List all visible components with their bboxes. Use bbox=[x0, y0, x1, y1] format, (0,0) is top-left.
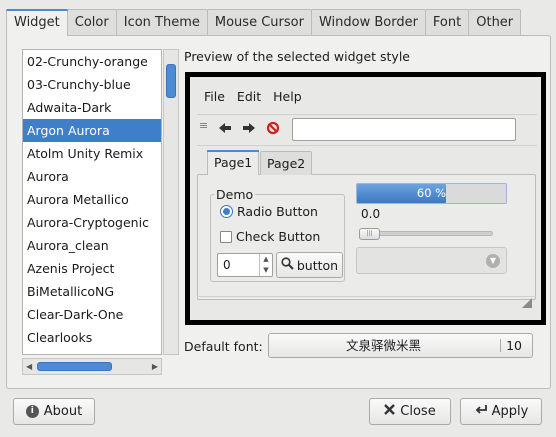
demo-button[interactable]: button bbox=[276, 252, 343, 278]
spin-down-icon[interactable]: ▼ bbox=[260, 265, 272, 276]
list-item[interactable]: Atolm Unity Remix bbox=[23, 142, 161, 165]
progress-bar: 60 % bbox=[356, 183, 507, 204]
chevron-down-icon[interactable]: ▼ bbox=[486, 254, 500, 268]
preview-window: File Edit Help ≡ Page1 Page2 Demo Radio … bbox=[190, 77, 541, 320]
right-arrow-icon[interactable] bbox=[242, 121, 256, 139]
list-item[interactable]: Clearlooks bbox=[23, 326, 161, 349]
scale-value: 0.0 bbox=[361, 207, 381, 221]
preview-statusbar bbox=[197, 296, 536, 315]
tab-color[interactable]: Color bbox=[66, 9, 117, 35]
vertical-scroll-thumb[interactable] bbox=[166, 64, 176, 98]
scale-slider-handle[interactable]: ||| bbox=[359, 228, 380, 240]
preview-menubar: File Edit Help bbox=[204, 89, 302, 104]
menu-file[interactable]: File bbox=[204, 89, 225, 104]
combo-box[interactable]: ▼ bbox=[356, 247, 507, 274]
spin-up-icon[interactable]: ▲ bbox=[260, 254, 272, 265]
list-item[interactable]: Aurora Metallico bbox=[23, 188, 161, 211]
font-size: 10 bbox=[506, 338, 522, 353]
radio-indicator bbox=[220, 205, 233, 218]
tab-page1[interactable]: Page1 bbox=[207, 150, 260, 175]
tab-font[interactable]: Font bbox=[424, 9, 470, 35]
list-horizontal-scrollbar[interactable]: ◀ ▶ bbox=[22, 358, 162, 375]
list-item[interactable]: Azenis Project bbox=[23, 257, 161, 280]
check-button[interactable]: Check Button bbox=[220, 229, 320, 244]
widget-preview: File Edit Help ≡ Page1 Page2 Demo Radio … bbox=[185, 72, 546, 325]
left-arrow-icon[interactable] bbox=[218, 121, 232, 139]
list-item[interactable]: BiMetallicoNG bbox=[23, 280, 161, 303]
tab-bar: Widget Color Icon Theme Mouse Cursor Win… bbox=[6, 9, 522, 36]
list-item[interactable]: Adwaita-Dark bbox=[23, 96, 161, 119]
scroll-right-icon[interactable]: ▶ bbox=[152, 363, 158, 371]
font-separator bbox=[500, 339, 501, 352]
tab-icon-theme[interactable]: Icon Theme bbox=[115, 9, 208, 35]
list-item[interactable]: Aurora bbox=[23, 165, 161, 188]
resize-grip-icon[interactable] bbox=[522, 298, 532, 311]
spin-arrows[interactable]: ▲ ▼ bbox=[259, 254, 272, 276]
about-label: About bbox=[43, 404, 83, 419]
return-arrow-icon bbox=[474, 404, 487, 419]
info-icon: i bbox=[25, 405, 39, 418]
menu-edit[interactable]: Edit bbox=[237, 89, 261, 104]
demo-legend: Demo bbox=[214, 187, 256, 202]
spin-button[interactable]: 0 ▲ ▼ bbox=[217, 253, 273, 277]
preview-toolbar: ≡ bbox=[197, 114, 537, 146]
default-font-label: Default font: bbox=[184, 339, 263, 354]
list-item[interactable]: 02-Crunchy-orange bbox=[23, 50, 161, 73]
magnifier-icon bbox=[281, 257, 294, 273]
tab-window-border[interactable]: Window Border bbox=[310, 9, 426, 35]
toolbar-handle-icon[interactable]: ≡ bbox=[199, 120, 208, 131]
scroll-left-icon[interactable]: ◀ bbox=[26, 363, 32, 371]
list-item-selected[interactable]: Argon Aurora bbox=[23, 119, 161, 142]
list-item[interactable]: Clear-Dark-One bbox=[23, 303, 161, 326]
apply-label: Apply bbox=[491, 404, 529, 419]
horizontal-scroll-thumb[interactable] bbox=[37, 362, 112, 371]
tab-mouse-cursor[interactable]: Mouse Cursor bbox=[206, 9, 312, 35]
close-label: Close bbox=[400, 404, 436, 419]
radio-button[interactable]: Radio Button bbox=[220, 204, 318, 219]
list-item[interactable]: Aurora_clean bbox=[23, 234, 161, 257]
tab-widget[interactable]: Widget bbox=[6, 9, 68, 36]
check-label: Check Button bbox=[236, 229, 321, 244]
checkbox-indicator bbox=[220, 230, 232, 243]
radio-label: Radio Button bbox=[237, 204, 318, 219]
theme-list[interactable]: 02-Crunchy-orange 03-Crunchy-blue Adwait… bbox=[22, 49, 162, 355]
close-button[interactable]: Close bbox=[369, 398, 451, 425]
list-item[interactable]: Aurora-Cryptogenic bbox=[23, 211, 161, 234]
demo-button-label: button bbox=[296, 257, 339, 273]
tab-page2[interactable]: Page2 bbox=[260, 151, 313, 175]
list-vertical-scrollbar[interactable] bbox=[163, 49, 179, 355]
progress-text: 60 % bbox=[416, 186, 447, 200]
preview-label: Preview of the selected widget style bbox=[184, 49, 410, 64]
menu-help[interactable]: Help bbox=[273, 89, 302, 104]
x-icon bbox=[384, 404, 396, 419]
font-name: 文泉驿微米黑 bbox=[345, 338, 421, 353]
default-font-button[interactable]: 文泉驿微米黑 10 bbox=[268, 333, 533, 358]
apply-button[interactable]: Apply bbox=[460, 398, 542, 425]
toolbar-entry[interactable] bbox=[292, 118, 516, 141]
scale-trough[interactable] bbox=[361, 231, 493, 236]
about-button[interactable]: i About bbox=[13, 398, 95, 425]
stop-icon[interactable] bbox=[266, 121, 280, 139]
tab-other[interactable]: Other bbox=[468, 9, 522, 35]
list-item[interactable]: 03-Crunchy-blue bbox=[23, 73, 161, 96]
spin-value: 0 bbox=[223, 258, 231, 272]
